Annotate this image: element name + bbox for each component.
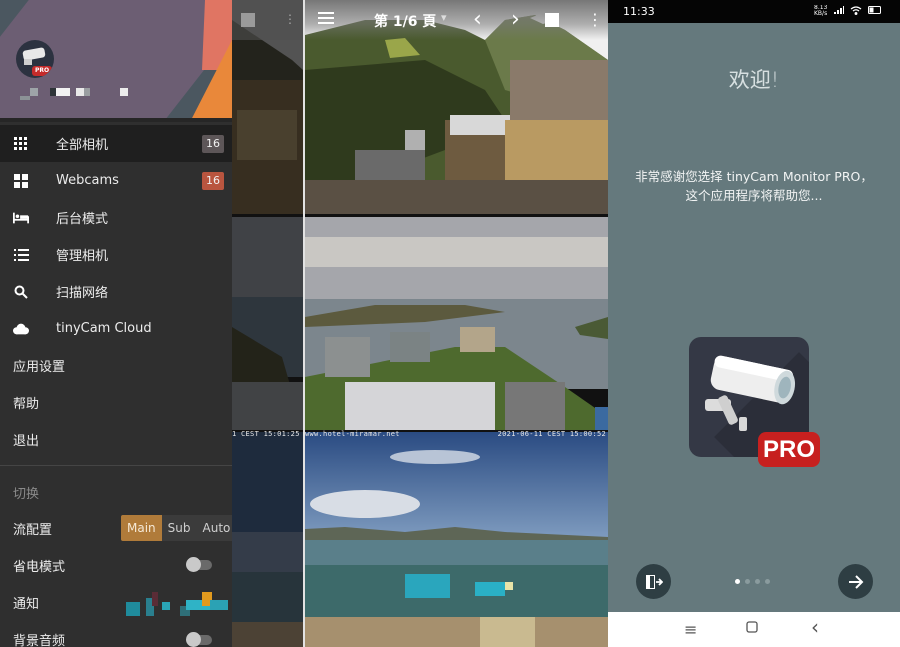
search-icon <box>13 284 29 300</box>
menu-item-manage-cameras[interactable]: 管理相机 <box>0 236 232 273</box>
more-icon[interactable]: ⋮ <box>284 12 296 26</box>
menu-item-all-cameras[interactable]: 全部相机 16 <box>0 125 232 162</box>
camera-tile-left-3[interactable] <box>232 432 303 647</box>
notifications-control-redacted <box>126 592 232 620</box>
welcome-title: 欢迎! <box>728 68 780 92</box>
pager-dot <box>735 579 740 584</box>
menu-item-tinycam-cloud[interactable]: tinyCam Cloud <box>0 310 232 347</box>
wifi-icon <box>850 5 862 17</box>
divider <box>0 465 232 466</box>
webcams-icon <box>13 173 29 189</box>
drawer-header: PRO <box>0 0 232 122</box>
power-saving-toggle[interactable] <box>186 557 212 572</box>
home-button[interactable] <box>746 618 758 637</box>
exit-door-icon <box>645 574 663 589</box>
status-time: 11:33 <box>623 5 655 18</box>
list-icon <box>13 247 29 263</box>
stream-profile-selector[interactable]: Main Sub Auto <box>121 515 232 541</box>
recent-apps-button[interactable]: ≡ <box>684 620 697 639</box>
net-speed: 8.13 KB/s <box>814 5 828 17</box>
camera-tile-harbor[interactable] <box>305 432 608 647</box>
prev-page-icon[interactable]: ‹ <box>473 7 482 32</box>
webcams-count-badge: 16 <box>202 171 224 190</box>
page-dropdown-icon[interactable]: ▾ <box>441 11 447 24</box>
welcome-description: 非常感谢您选择 tinyCam Monitor PRO，这个应用程序将帮助您..… <box>635 169 873 203</box>
section-title-toggles: 切换 <box>13 487 40 502</box>
pager-dot <box>745 579 750 584</box>
pro-badge: PRO <box>32 66 52 76</box>
navigation-drawer: PRO 全部相机 16 Webcams 16 后台模式 管理相机 扫描网络 ti… <box>0 0 232 647</box>
camera-timestamp-left: 1 CEST 15:01:25 <box>232 430 300 438</box>
menu-icon[interactable] <box>318 10 334 29</box>
account-info-redacted <box>16 86 176 102</box>
pager-dot <box>755 579 760 584</box>
menu-item-app-settings[interactable]: 应用设置 <box>0 347 232 384</box>
grid-icon <box>13 136 29 152</box>
pro-badge: PRO <box>758 432 820 467</box>
battery-icon <box>868 6 882 16</box>
camera-grid: 1 CEST 15:01:25 www.hotel-miramar.net 20… <box>232 0 608 647</box>
more-options-icon[interactable]: ⋮ <box>587 10 603 29</box>
menu-item-exit[interactable]: 退出 <box>0 421 232 458</box>
status-bar: 11:33 8.13 KB/s <box>608 0 900 23</box>
menu-item-help[interactable]: 帮助 <box>0 384 232 421</box>
next-button[interactable] <box>838 564 873 599</box>
background-audio-toggle[interactable] <box>186 632 212 647</box>
left-toolbar-remnant: ⋮ <box>232 0 303 40</box>
stream-option-main[interactable]: Main <box>121 515 162 541</box>
exit-button[interactable] <box>636 564 671 599</box>
stream-option-auto[interactable]: Auto <box>197 515 233 541</box>
camera-timestamp-overlay: 2021-06-11 CEST 15:00:52 <box>497 430 606 438</box>
camera-tile-left-2[interactable] <box>232 217 303 430</box>
menu-item-webcams[interactable]: Webcams 16 <box>0 162 232 199</box>
camera-tile-coast-houses[interactable] <box>305 217 608 430</box>
signal-icon <box>834 6 844 16</box>
next-page-icon[interactable]: › <box>511 7 520 32</box>
arrow-right-icon <box>848 574 863 589</box>
page-indicator-dots <box>735 579 770 584</box>
avatar[interactable]: PRO <box>16 40 54 78</box>
stream-option-sub[interactable]: Sub <box>162 515 197 541</box>
layout-icon[interactable] <box>241 13 255 27</box>
layout-icon[interactable] <box>545 13 559 27</box>
system-nav-bar: ≡ ‹ <box>608 612 900 647</box>
app-logo: PRO <box>689 337 820 467</box>
back-button[interactable]: ‹ <box>811 615 819 639</box>
camera-url-overlay: www.hotel-miramar.net <box>305 430 400 438</box>
cloud-icon <box>13 321 29 337</box>
welcome-screen: 11:33 8.13 KB/s 欢迎! 非常感谢您选择 tinyCam Moni… <box>608 0 900 647</box>
grid-toolbar: 第 1/6 頁 ▾ ‹ › ⋮ <box>305 0 608 40</box>
page-indicator[interactable]: 第 1/6 頁 <box>374 11 436 31</box>
camera-count-badge: 16 <box>202 134 224 153</box>
pager-dot <box>765 579 770 584</box>
menu-item-background-mode[interactable]: 后台模式 <box>0 199 232 236</box>
menu-item-scan-network[interactable]: 扫描网络 <box>0 273 232 310</box>
bed-icon <box>13 210 29 226</box>
